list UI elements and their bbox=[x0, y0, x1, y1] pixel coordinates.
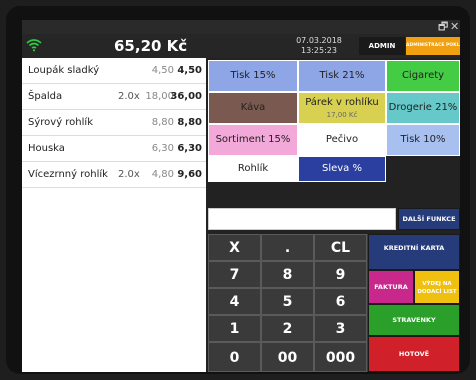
category-label: Drogerie 21% bbox=[388, 102, 458, 113]
item-sum: 9,60 bbox=[177, 169, 202, 180]
category-label: Cigarety bbox=[401, 70, 445, 81]
date-label: 07.03.2018 bbox=[296, 36, 342, 45]
category-sortiment-15[interactable]: Sortiment 15% bbox=[208, 124, 298, 156]
item-price: 4,50 bbox=[151, 65, 174, 76]
key-5[interactable]: 5 bbox=[261, 288, 314, 315]
cash-button[interactable]: HOTOVĚ bbox=[368, 336, 460, 372]
key-6[interactable]: 6 bbox=[314, 288, 367, 315]
delivery-note-button[interactable]: VÝDEJ NA DODACÍ LIST bbox=[414, 270, 460, 304]
category-tisk-21[interactable]: Tisk 21% bbox=[298, 60, 386, 92]
key-clear[interactable]: CL bbox=[314, 234, 367, 261]
category-label: Rohlík bbox=[237, 163, 269, 174]
receipt-row[interactable]: Vícezrnný rohlík 2.0x 4,80 9,60 bbox=[22, 162, 206, 188]
key-3[interactable]: 3 bbox=[314, 315, 367, 342]
window-title-bar: 🗗 ✕ bbox=[22, 20, 460, 34]
key-0[interactable]: 0 bbox=[208, 342, 261, 372]
category-label: Tisk 15% bbox=[230, 70, 276, 81]
receipt-row[interactable]: Špalda 2.0x 18,00 36,00 bbox=[22, 84, 206, 110]
key-00[interactable]: 00 bbox=[261, 342, 314, 372]
time-label: 13:25:23 bbox=[301, 46, 337, 55]
category-label: Sleva % bbox=[321, 163, 362, 174]
category-parek-v-rohliku[interactable]: Párek v rohlíku 17,00 Kč bbox=[298, 92, 386, 124]
admin-registers-button[interactable]: ADMINISTRACE POKLADNY bbox=[406, 37, 460, 55]
admin-button[interactable]: ADMIN bbox=[359, 37, 405, 55]
close-window-icon[interactable]: ✕ bbox=[450, 20, 459, 34]
category-drogerie-21[interactable]: Drogerie 21% bbox=[386, 92, 460, 124]
vouchers-button[interactable]: STRAVENKY bbox=[368, 304, 460, 336]
receipt-row[interactable]: Sýrový rohlík 8,80 8,80 bbox=[22, 110, 206, 136]
item-price: 6,30 bbox=[151, 143, 174, 154]
category-label: Sortiment 15% bbox=[215, 134, 291, 145]
item-price: 18,00 bbox=[145, 91, 174, 102]
credit-card-button[interactable]: KREDITNÍ KARTA bbox=[368, 234, 460, 270]
key-7[interactable]: 7 bbox=[208, 261, 261, 288]
key-x[interactable]: X bbox=[208, 234, 261, 261]
receipt-row[interactable]: Loupák sladký 4,50 4,50 bbox=[22, 58, 206, 84]
key-4[interactable]: 4 bbox=[208, 288, 261, 315]
key-9[interactable]: 9 bbox=[314, 261, 367, 288]
amount-input[interactable] bbox=[208, 208, 396, 230]
more-functions-button[interactable]: DALŠÍ FUNKCE bbox=[398, 208, 460, 230]
category-price: 17,00 Kč bbox=[326, 111, 358, 119]
category-label: Párek v rohlíku bbox=[305, 97, 379, 108]
category-label: Pečivo bbox=[325, 134, 359, 145]
category-cigarety[interactable]: Cigarety bbox=[386, 60, 460, 92]
item-name: Loupák sladký bbox=[28, 65, 100, 76]
item-sum: 8,80 bbox=[177, 117, 202, 128]
pos-screen: 🗗 ✕ 65,20 Kč 07.03.2018 13:25:23 ADMIN A… bbox=[22, 20, 460, 372]
category-tisk-15[interactable]: Tisk 15% bbox=[208, 60, 298, 92]
top-status-bar: 65,20 Kč 07.03.2018 13:25:23 ADMIN ADMIN… bbox=[22, 34, 460, 58]
category-tisk-10[interactable]: Tisk 10% bbox=[386, 124, 460, 156]
item-price: 8,80 bbox=[151, 117, 174, 128]
item-name: Houska bbox=[28, 143, 65, 154]
invoice-button[interactable]: FAKTURA bbox=[368, 270, 414, 304]
receipt-row[interactable]: Houska 6,30 6,30 bbox=[22, 136, 206, 162]
category-kava[interactable]: Káva bbox=[208, 92, 298, 124]
category-label: Tisk 10% bbox=[400, 134, 446, 145]
key-2[interactable]: 2 bbox=[261, 315, 314, 342]
category-sleva[interactable]: Sleva % bbox=[298, 156, 386, 182]
category-pecivo[interactable]: Pečivo bbox=[298, 124, 386, 156]
key-8[interactable]: 8 bbox=[261, 261, 314, 288]
item-name: Sýrový rohlík bbox=[28, 117, 93, 128]
device-frame: 🗗 ✕ 65,20 Kč 07.03.2018 13:25:23 ADMIN A… bbox=[6, 6, 470, 374]
numeric-keypad: X . CL 7 8 9 4 5 6 1 2 3 0 00 000 bbox=[208, 234, 368, 372]
item-name: Špalda bbox=[28, 91, 63, 102]
key-000[interactable]: 000 bbox=[314, 342, 367, 372]
item-sum: 6,30 bbox=[177, 143, 202, 154]
key-decimal[interactable]: . bbox=[261, 234, 314, 261]
date-time: 07.03.2018 13:25:23 bbox=[274, 36, 364, 56]
key-1[interactable]: 1 bbox=[208, 315, 261, 342]
receipt-total: 65,20 Kč bbox=[114, 37, 188, 55]
item-sum: 4,50 bbox=[177, 65, 202, 76]
item-name: Vícezrnný rohlík bbox=[28, 169, 108, 180]
item-qty: 2.0x bbox=[118, 169, 140, 180]
restore-window-icon[interactable]: 🗗 bbox=[438, 20, 448, 34]
category-label: Káva bbox=[240, 102, 266, 113]
item-sum: 36,00 bbox=[170, 91, 202, 102]
item-price: 4,80 bbox=[151, 169, 174, 180]
receipt-list: Loupák sladký 4,50 4,50 Špalda 2.0x 18,0… bbox=[22, 58, 206, 372]
wifi-icon bbox=[26, 39, 42, 52]
category-rohlik[interactable]: Rohlík bbox=[208, 156, 298, 182]
item-qty: 2.0x bbox=[118, 91, 140, 102]
category-label: Tisk 21% bbox=[319, 70, 365, 81]
